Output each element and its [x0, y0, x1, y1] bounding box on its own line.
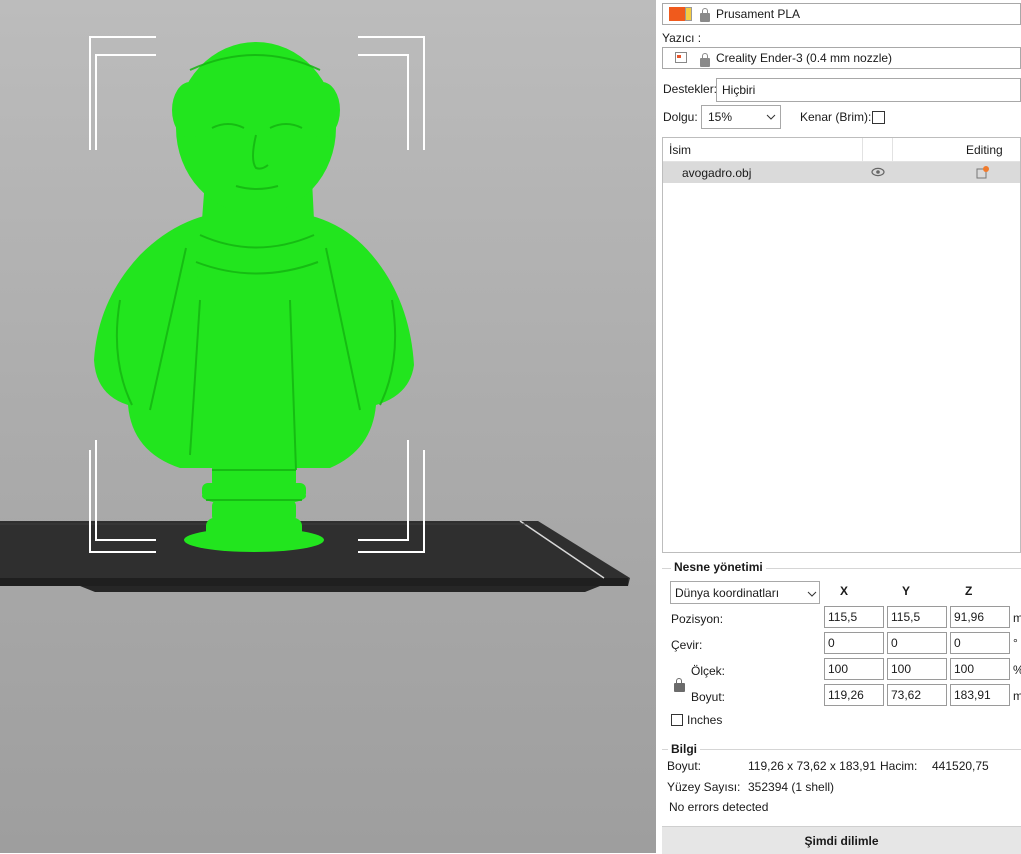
rotation-x-input[interactable]: 0 — [824, 632, 884, 654]
supports-label: Destekler: — [663, 82, 718, 96]
size-unit: m — [1013, 689, 1021, 703]
info-facets-value: 352394 (1 shell) — [748, 780, 835, 794]
object-manipulation-title: Nesne yönetimi — [671, 560, 766, 574]
object-name: avogadro.obj — [682, 166, 752, 180]
scale-y-input[interactable]: 100 — [887, 658, 947, 680]
coord-system-value: Dünya koordinatları — [675, 586, 780, 600]
position-x-input[interactable]: 115,5 — [824, 606, 884, 628]
scene-canvas[interactable] — [0, 0, 656, 853]
scale-label: Ölçek: — [691, 664, 726, 678]
coord-system-select[interactable]: Dünya koordinatları — [670, 581, 820, 604]
infill-label: Dolgu: — [663, 110, 698, 124]
chevron-down-icon — [766, 114, 776, 120]
eye-icon[interactable] — [871, 167, 885, 177]
size-y-input[interactable]: 73,62 — [887, 684, 947, 706]
supports-select[interactable]: Hiçbiri — [716, 78, 1021, 102]
rotation-y-input[interactable]: 0 — [887, 632, 947, 654]
chevron-down-icon — [807, 591, 817, 597]
axis-x-label: X — [840, 584, 849, 598]
col-editing[interactable]: Editing — [966, 143, 1003, 157]
filament-swatch-primary — [669, 7, 685, 21]
inches-checkbox[interactable] — [671, 714, 683, 726]
infill-value: 15% — [708, 110, 733, 124]
axis-z-label: Z — [965, 584, 973, 598]
lock-icon — [700, 8, 710, 22]
printer-label: Yazıcı : — [662, 31, 702, 45]
info-title: Bilgi — [668, 742, 700, 756]
info-volume-value: 441520,75 — [932, 759, 989, 773]
position-y-input[interactable]: 115,5 — [887, 606, 947, 628]
filament-swatch-secondary — [685, 7, 692, 21]
object-list[interactable]: İsim Editing avogadro.obj — [662, 137, 1021, 553]
rotation-z-input[interactable]: 0 — [950, 632, 1010, 654]
supports-value: Hiçbiri — [722, 83, 756, 97]
filament-value: Prusament PLA — [716, 7, 801, 21]
list-item[interactable]: avogadro.obj — [663, 162, 1020, 183]
edit-settings-icon[interactable] — [976, 165, 990, 179]
info-errors: No errors detected — [669, 800, 769, 814]
scale-x-input[interactable]: 100 — [824, 658, 884, 680]
info-size-label: Boyut: — [667, 759, 702, 773]
printer-select[interactable]: Creality Ender-3 (0.4 mm nozzle) — [662, 47, 1021, 69]
uniform-scale-lock-icon[interactable] — [674, 678, 685, 692]
lock-icon — [700, 53, 710, 67]
model-avogadro[interactable] — [94, 42, 414, 552]
inches-label: Inches — [687, 713, 723, 727]
scale-z-input[interactable]: 100 — [950, 658, 1010, 680]
size-x-input[interactable]: 119,26 — [824, 684, 884, 706]
info-volume-label: Hacim: — [880, 759, 918, 773]
size-label: Boyut: — [691, 690, 726, 704]
filament-select[interactable]: Prusament PLA — [662, 3, 1021, 25]
printer-icon — [675, 52, 687, 63]
slice-now-label: Şimdi dilimle — [804, 834, 879, 848]
size-z-input[interactable]: 183,91 — [950, 684, 1010, 706]
axis-y-label: Y — [902, 584, 911, 598]
col-name[interactable]: İsim — [669, 143, 691, 157]
slice-now-button[interactable]: Şimdi dilimle — [662, 826, 1021, 854]
rotation-label: Çevir: — [671, 638, 703, 652]
rotation-unit: ° — [1013, 636, 1018, 650]
position-unit: m — [1013, 611, 1021, 625]
printer-value: Creality Ender-3 (0.4 mm nozzle) — [716, 51, 893, 65]
brim-label: Kenar (Brim): — [800, 110, 872, 124]
brim-checkbox[interactable] — [872, 111, 885, 124]
info-size-value: 119,26 x 73,62 x 183,91 — [748, 759, 876, 773]
scale-unit: % — [1013, 663, 1021, 677]
position-label: Pozisyon: — [671, 612, 724, 626]
position-z-input[interactable]: 91,96 — [950, 606, 1010, 628]
object-list-header: İsim Editing — [663, 138, 1020, 162]
section-divider — [662, 749, 1021, 750]
info-facets-label: Yüzey Sayısı: — [667, 780, 741, 794]
print-bed — [0, 520, 630, 592]
infill-select[interactable]: 15% — [701, 105, 781, 129]
3d-viewport[interactable] — [0, 0, 656, 853]
